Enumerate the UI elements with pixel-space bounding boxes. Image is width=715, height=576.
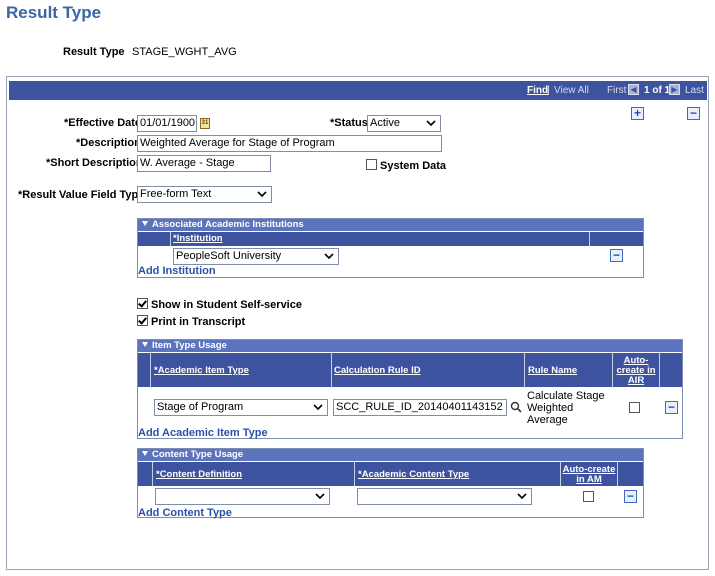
chevron-down-icon xyxy=(517,493,527,500)
effective-date-input[interactable]: 01/01/1900 xyxy=(137,115,197,132)
column-divider xyxy=(150,353,151,387)
description-input[interactable]: Weighted Average for Stage of Program xyxy=(137,135,442,152)
content-type-grid-title: Content Type Usage xyxy=(152,449,244,460)
status-select[interactable]: Active xyxy=(367,115,441,132)
view-all-link[interactable]: View All xyxy=(554,85,589,96)
system-data-checkbox[interactable] xyxy=(366,159,377,170)
column-divider xyxy=(170,232,171,246)
first-link[interactable]: First xyxy=(607,85,626,96)
system-data-label: System Data xyxy=(380,160,447,172)
institution-select[interactable]: PeopleSoft University xyxy=(173,248,339,265)
academic-item-type-column-header[interactable]: *Academic Item Type xyxy=(154,365,249,376)
result-type-label: Result Type xyxy=(63,46,125,58)
minus-icon[interactable]: − xyxy=(665,401,678,414)
content-definition-column-header[interactable]: *Content Definition xyxy=(156,469,243,480)
rule-name-line1: Calculate Stage xyxy=(527,390,605,402)
content-type-grid-header[interactable]: Content Type Usage xyxy=(138,449,643,461)
result-value-field-type-select[interactable]: Free-form Text xyxy=(137,186,272,203)
show-self-service-label: Show in Student Self-service xyxy=(151,299,302,311)
calendar-icon[interactable]: 31 xyxy=(200,118,210,129)
item-type-grid-title: Item Type Usage xyxy=(152,340,227,351)
minus-icon[interactable]: − xyxy=(624,490,637,503)
auto-create-am-checkbox[interactable] xyxy=(583,491,594,502)
institutions-grid-title: Associated Academic Institutions xyxy=(152,219,304,230)
row-count: 1 of 1 xyxy=(644,85,671,96)
chevron-down-icon xyxy=(257,191,267,198)
academic-item-type-select[interactable]: Stage of Program xyxy=(154,399,328,416)
chevron-down-icon xyxy=(426,120,436,127)
arrow-right-icon[interactable]: ▶ xyxy=(669,84,680,95)
column-divider xyxy=(659,353,660,387)
academic-content-type-column-header[interactable]: *Academic Content Type xyxy=(358,469,470,480)
result-value-field-type-label: *Result Value Field Type xyxy=(18,189,145,201)
column-divider xyxy=(560,462,561,486)
chevron-down-icon xyxy=(315,493,325,500)
collapse-icon xyxy=(142,221,148,227)
column-divider xyxy=(152,462,153,486)
institution-value: PeopleSoft University xyxy=(176,250,282,262)
calculation-rule-id-column-header[interactable]: Calculation Rule ID xyxy=(334,365,421,376)
add-academic-item-type-link[interactable]: Add Academic Item Type xyxy=(138,427,268,439)
rule-name-column-header[interactable]: Rule Name xyxy=(528,365,578,376)
rule-name-line3: Average xyxy=(527,414,568,426)
show-self-service-checkbox[interactable] xyxy=(137,298,148,309)
auto-create-air-header-line3[interactable]: AIR xyxy=(614,375,658,386)
find-link[interactable]: Find xyxy=(527,85,548,96)
status-value: Active xyxy=(370,117,400,129)
lookup-icon[interactable] xyxy=(510,401,522,413)
result-type-value: STAGE_WGHT_AVG xyxy=(132,46,237,58)
add-content-type-link[interactable]: Add Content Type xyxy=(138,507,232,519)
content-definition-select[interactable] xyxy=(155,488,330,505)
column-divider xyxy=(617,462,618,486)
column-divider xyxy=(589,232,590,246)
nav-separator: | xyxy=(547,85,550,96)
short-description-label: *Short Description xyxy=(46,157,143,169)
minus-icon[interactable]: − xyxy=(610,249,623,262)
description-label: *Description xyxy=(76,137,141,149)
effective-date-label: *Effective Date xyxy=(64,117,142,129)
add-institution-link[interactable]: Add Institution xyxy=(138,265,216,277)
collapse-icon xyxy=(142,451,148,457)
institutions-grid-header[interactable]: Associated Academic Institutions xyxy=(138,219,643,231)
auto-create-air-checkbox[interactable] xyxy=(629,402,640,413)
institution-column-header[interactable]: *Institution xyxy=(173,233,223,244)
short-description-input[interactable]: W. Average - Stage xyxy=(137,155,271,172)
minus-icon[interactable]: − xyxy=(687,107,700,120)
print-transcript-checkbox[interactable] xyxy=(137,315,148,326)
item-type-grid-header[interactable]: Item Type Usage xyxy=(138,340,682,352)
column-divider xyxy=(524,353,525,387)
page-title: Result Type xyxy=(6,3,102,22)
calculation-rule-id-input[interactable]: SCC_RULE_ID_20140401143152 xyxy=(333,399,507,416)
chevron-down-icon xyxy=(313,404,323,411)
auto-create-am-header-line2[interactable]: in AM xyxy=(562,474,616,485)
print-transcript-label: Print in Transcript xyxy=(151,316,246,328)
navigation-bar xyxy=(9,81,707,100)
result-value-field-type-value: Free-form Text xyxy=(140,188,212,200)
academic-item-type-value: Stage of Program xyxy=(157,401,244,413)
chevron-down-icon xyxy=(324,253,334,260)
column-divider xyxy=(612,353,613,387)
academic-content-type-select[interactable] xyxy=(357,488,532,505)
column-divider xyxy=(331,353,332,387)
arrow-left-icon[interactable]: ◀ xyxy=(628,84,639,95)
collapse-icon xyxy=(142,342,148,348)
status-label: *Status xyxy=(330,117,368,129)
rule-name-line2: Weighted xyxy=(527,402,574,414)
plus-icon[interactable]: + xyxy=(631,107,644,120)
column-divider xyxy=(354,462,355,486)
last-link[interactable]: Last xyxy=(685,85,704,96)
